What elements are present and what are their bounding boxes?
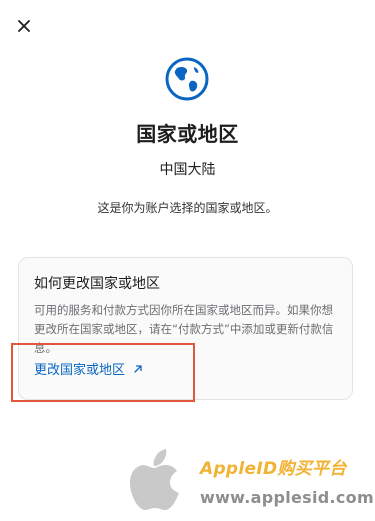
- description-text: 这是你为账户选择的国家或地区。: [97, 201, 278, 215]
- close-icon[interactable]: [18, 20, 30, 32]
- card-title: 如何更改国家或地区: [34, 276, 160, 292]
- country-name: 中国大陆: [159, 162, 216, 178]
- watermark-brand: AppleID购买平台: [200, 459, 347, 479]
- apple-logo-icon: [130, 449, 179, 510]
- close-button[interactable]: [13, 15, 35, 37]
- highlight-box: [11, 343, 195, 402]
- page-title: 国家或地区: [136, 122, 239, 146]
- globe-icon: [165, 57, 209, 101]
- watermark-url: www.applesid.com: [200, 488, 374, 507]
